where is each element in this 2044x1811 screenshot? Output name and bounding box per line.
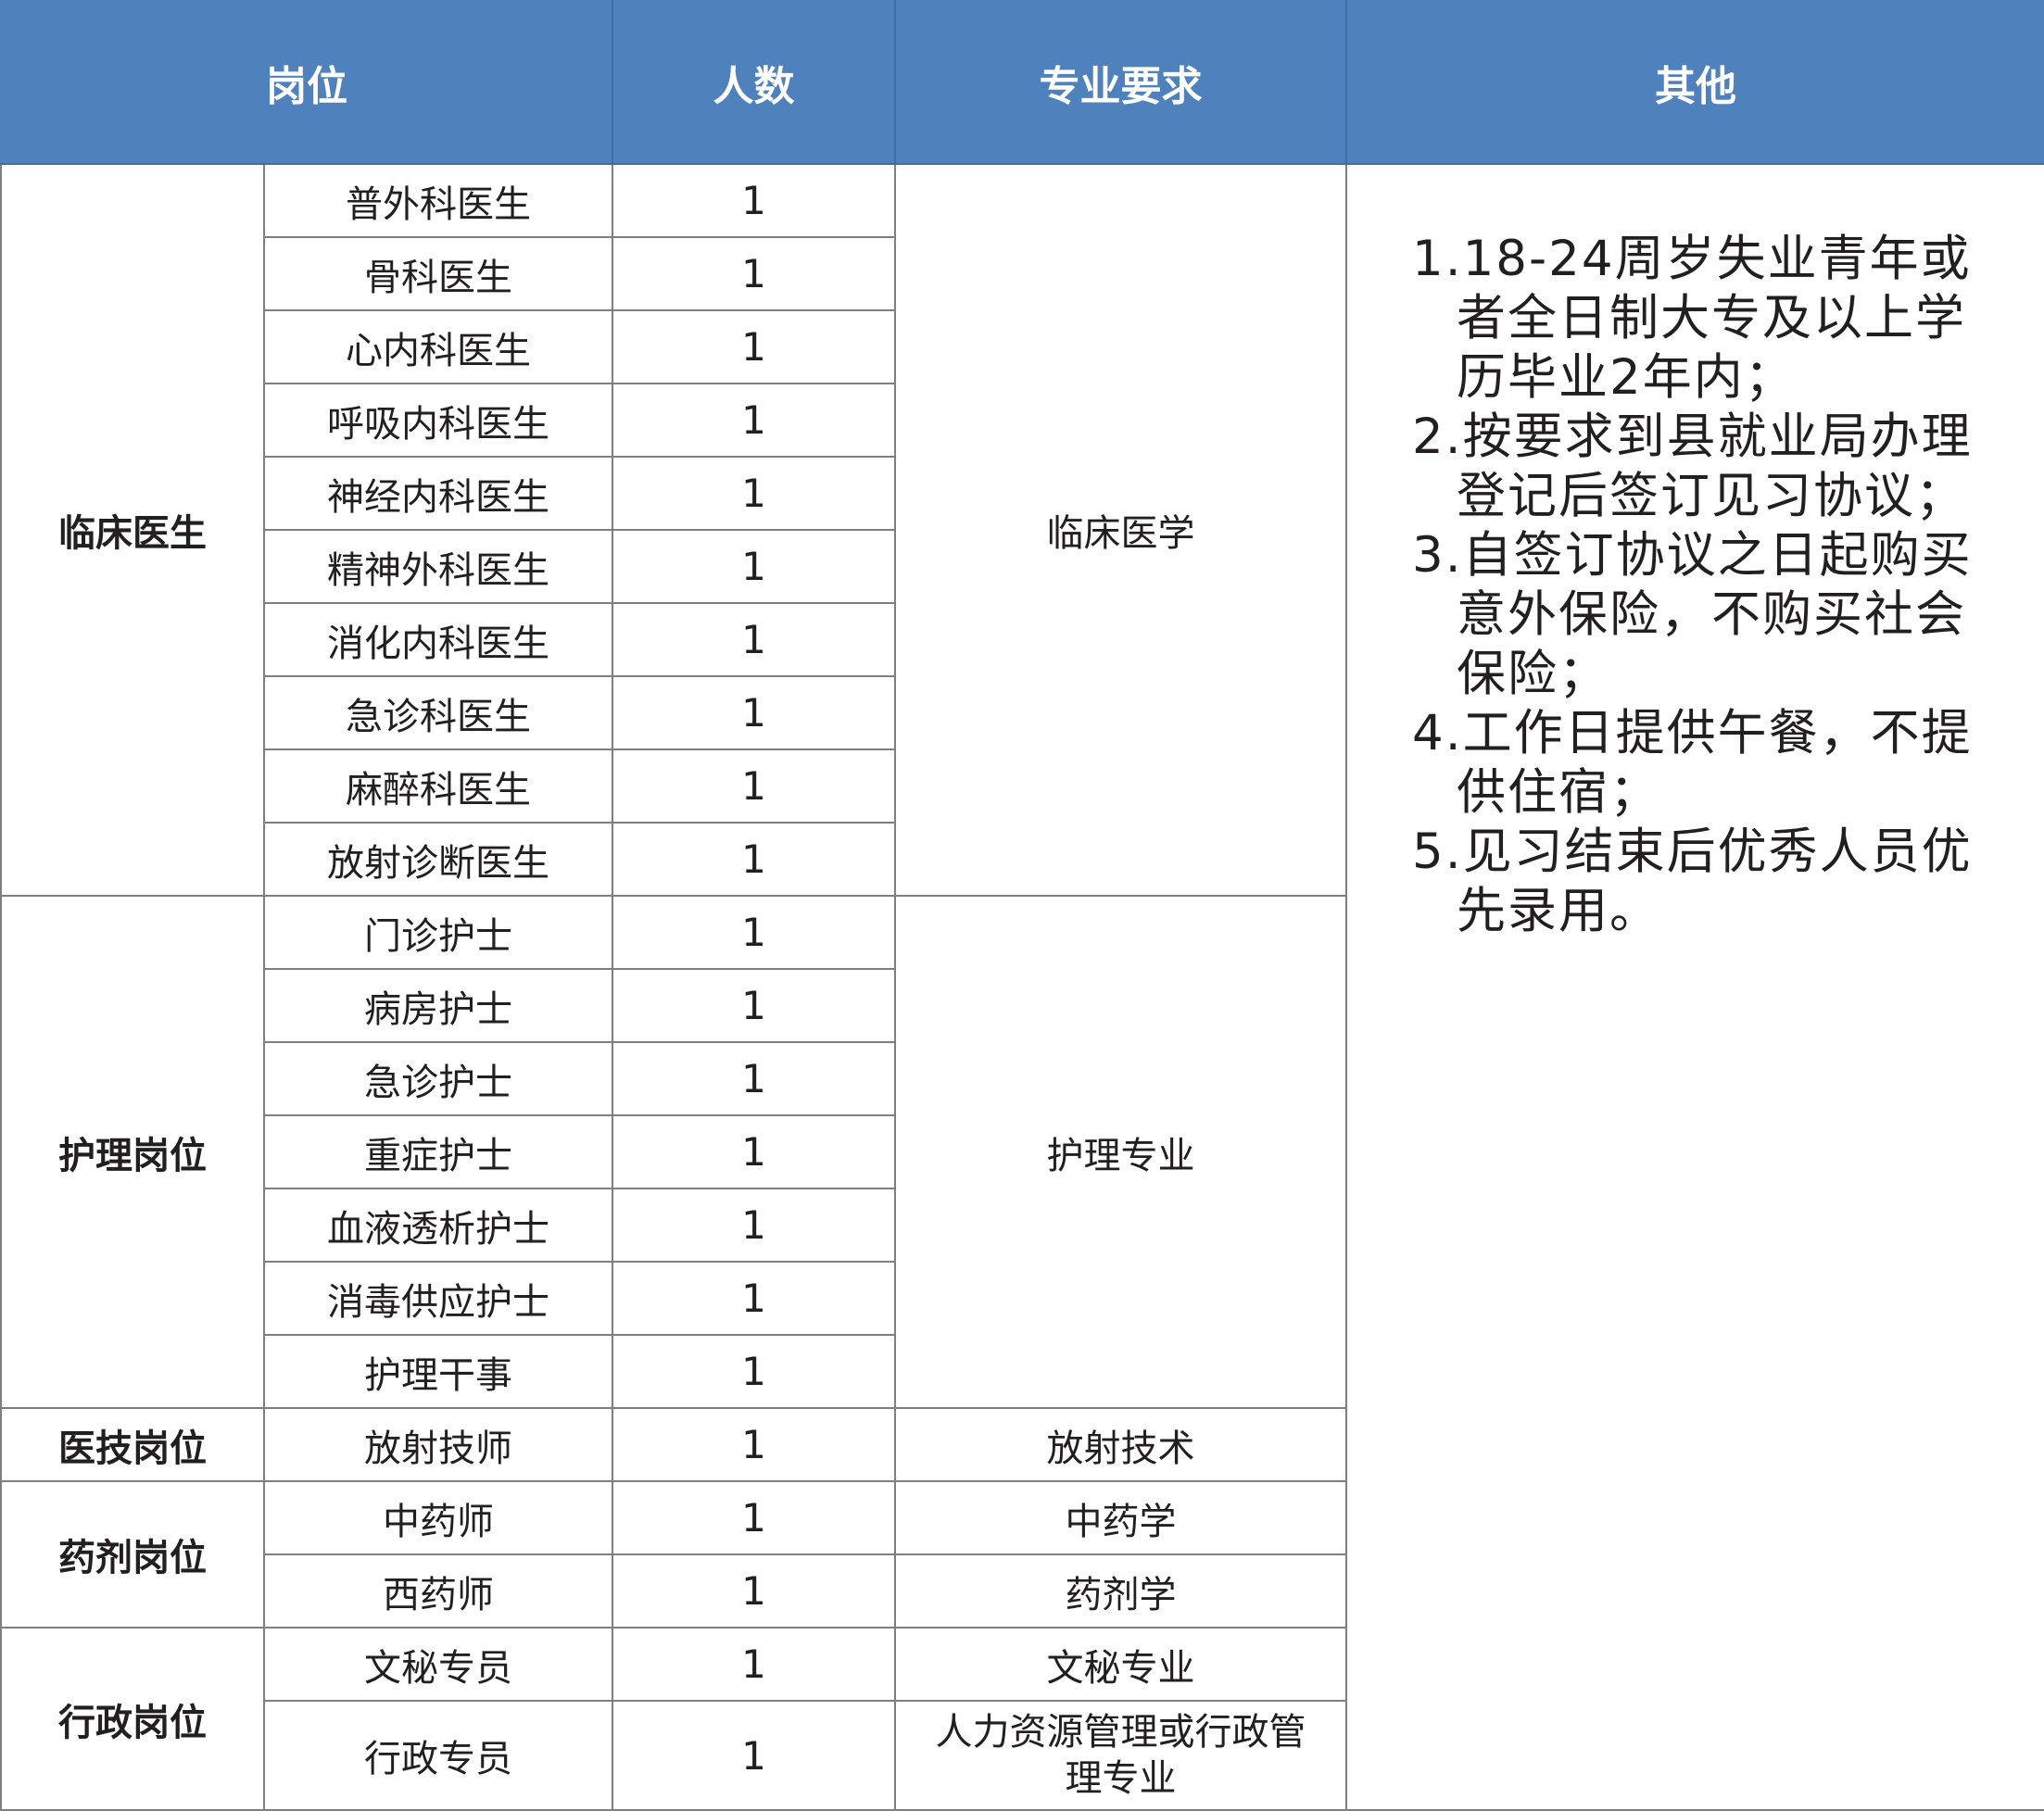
table-row: 临床医生 普外科医生 1 临床医学 1.18-24周岁失业青年或者全日制大专及以… [0,163,2044,1811]
notes-cell: 1.18-24周岁失业青年或者全日制大专及以上学历毕业2年内； 2.按要求到县就… [1345,163,2044,1811]
post-cell: 护理干事 [263,1334,613,1409]
count-cell: 1 [612,236,896,311]
post-cell: 呼吸内科医生 [263,383,613,458]
category-cell: 临床医生 [0,163,265,897]
count-cell: 1 [612,1407,896,1482]
post-cell: 神经内科医生 [263,456,613,531]
major-cell: 中药学 [894,1480,1347,1555]
post-cell: 普外科医生 [263,163,613,238]
post-cell: 行政专员 [263,1700,613,1811]
count-cell: 1 [612,602,896,677]
header-row: 岗位 人数 专业要求 其他 [0,0,2044,165]
post-cell: 病房护士 [263,968,613,1043]
count-cell: 1 [612,968,896,1043]
post-cell: 西药师 [263,1553,613,1629]
post-cell: 心内科医生 [263,309,613,384]
count-cell: 1 [612,895,896,970]
post-cell: 放射技师 [263,1407,613,1482]
post-cell: 消化内科医生 [263,602,613,677]
post-cell: 中药师 [263,1480,613,1555]
count-cell: 1 [612,456,896,531]
major-cell: 护理专业 [894,895,1347,1409]
category-cell: 医技岗位 [0,1407,265,1482]
post-cell: 急诊科医生 [263,675,613,750]
count-cell: 1 [612,822,896,897]
positions-table: 岗位 人数 专业要求 其他 临床医生 普外科医生 1 临床医学 1.18-24周… [0,0,2044,1811]
major-cell: 人力资源管理或行政管理专业 [894,1700,1347,1811]
count-cell: 1 [612,383,896,458]
major-cell: 临床医学 [894,163,1347,897]
count-cell: 1 [612,1553,896,1629]
note-item: 2.按要求到县就业局办理登记后签订见习协议； [1412,409,1973,524]
post-cell: 精神外科医生 [263,529,613,604]
header-count: 人数 [612,0,896,165]
count-cell: 1 [612,529,896,604]
post-cell: 放射诊断医生 [263,822,613,897]
count-cell: 1 [612,1627,896,1702]
count-cell: 1 [612,1261,896,1336]
header-position: 岗位 [0,0,613,165]
major-cell: 药剂学 [894,1553,1347,1629]
note-item: 5.见习结束后优秀人员优先录用。 [1412,824,1973,939]
post-cell: 骨科医生 [263,236,613,311]
post-cell: 文秘专员 [263,1627,613,1702]
count-cell: 1 [612,748,896,824]
note-item: 1.18-24周岁失业青年或者全日制大专及以上学历毕业2年内； [1412,231,1972,406]
category-cell: 行政岗位 [0,1627,265,1811]
post-cell: 门诊护士 [263,895,613,970]
count-cell: 1 [612,309,896,384]
count-cell: 1 [612,1114,896,1189]
post-cell: 重症护士 [263,1114,613,1189]
count-cell: 1 [612,1334,896,1409]
post-cell: 血液透析护士 [263,1188,613,1263]
major-text: 人力资源管理或行政管理专业 [935,1711,1306,1800]
count-cell: 1 [612,1041,896,1116]
count-cell: 1 [612,675,896,750]
category-cell: 护理岗位 [0,895,265,1409]
post-cell: 麻醉科医生 [263,748,613,824]
major-cell: 放射技术 [894,1407,1347,1482]
count-cell: 1 [612,163,896,238]
note-item: 3.自签订协议之日起购买意外保险，不购买社会保险； [1412,527,1973,702]
count-cell: 1 [612,1480,896,1555]
category-cell: 药剂岗位 [0,1480,265,1629]
major-cell: 文秘专业 [894,1627,1347,1702]
note-item: 4.工作日提供午餐，不提供住宿； [1412,705,1973,821]
header-other: 其他 [1345,0,2044,165]
post-cell: 消毒供应护士 [263,1261,613,1336]
count-cell: 1 [612,1700,896,1811]
post-cell: 急诊护士 [263,1041,613,1116]
header-major: 专业要求 [894,0,1347,165]
count-cell: 1 [612,1188,896,1263]
